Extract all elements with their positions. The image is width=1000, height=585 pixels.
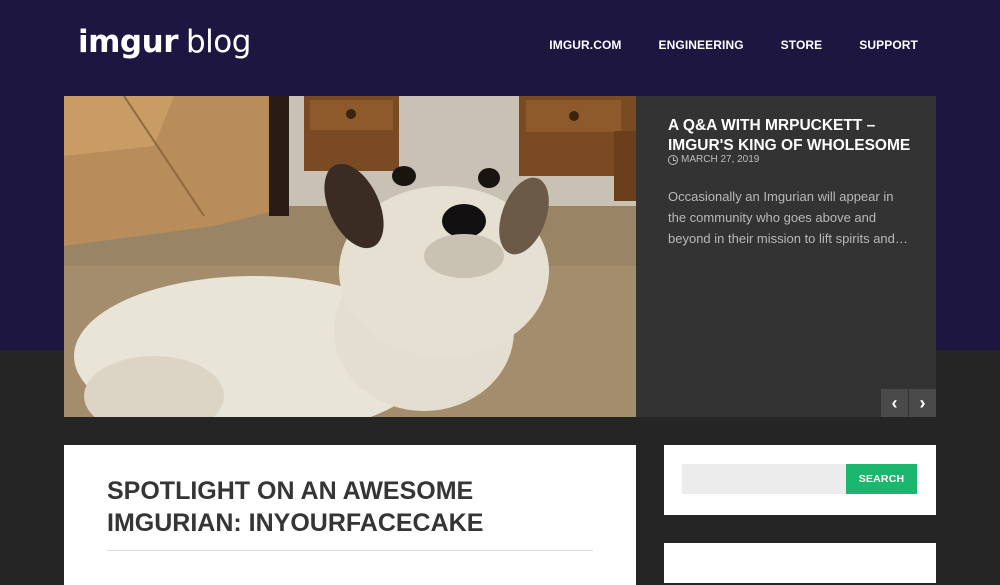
- search-input[interactable]: [682, 464, 846, 494]
- article-title[interactable]: SPOTLIGHT ON AN AWESOME IMGURIAN: INYOUR…: [107, 475, 607, 539]
- featured-post-title[interactable]: A Q&A WITH MRPUCKETT – IMGUR'S KING OF W…: [668, 116, 918, 156]
- featured-post-date: MARCH 27, 2019: [668, 154, 759, 165]
- sidebar-widget: [664, 543, 936, 583]
- featured-post-date-text: MARCH 27, 2019: [681, 154, 760, 165]
- slider-controls: ‹ ›: [881, 389, 936, 417]
- logo-imgur-text: imgur: [78, 24, 178, 60]
- imgur-blog-logo[interactable]: imgur blog: [78, 24, 251, 60]
- nav-item-support[interactable]: SUPPORT: [859, 38, 918, 52]
- slider-prev-button[interactable]: ‹: [881, 389, 908, 417]
- chevron-right-icon: ›: [919, 392, 926, 413]
- chevron-left-icon: ‹: [891, 392, 898, 413]
- nav-item-engineering[interactable]: ENGINEERING: [659, 38, 744, 52]
- clock-icon: [668, 154, 678, 165]
- article-divider: [107, 550, 593, 551]
- featured-post-excerpt: Occasionally an Imgurian will appear in …: [668, 189, 908, 246]
- nav-item-imgur-com[interactable]: IMGUR.COM: [549, 38, 621, 52]
- main-nav: IMGUR.COM ENGINEERING STORE SUPPORT: [549, 38, 918, 52]
- logo-blog-text: blog: [185, 24, 251, 60]
- featured-dog-photo[interactable]: [64, 96, 636, 417]
- nav-item-store[interactable]: STORE: [781, 38, 823, 52]
- article-card: SPOTLIGHT ON AN AWESOME IMGURIAN: INYOUR…: [64, 445, 636, 585]
- featured-post-panel: A Q&A WITH MRPUCKETT – IMGUR'S KING OF W…: [636, 96, 936, 417]
- search-button[interactable]: SEARCH: [846, 464, 917, 494]
- search-widget: SEARCH: [664, 445, 936, 515]
- slider-next-button[interactable]: ›: [909, 389, 936, 417]
- featured-slider: A Q&A WITH MRPUCKETT – IMGUR'S KING OF W…: [64, 96, 936, 417]
